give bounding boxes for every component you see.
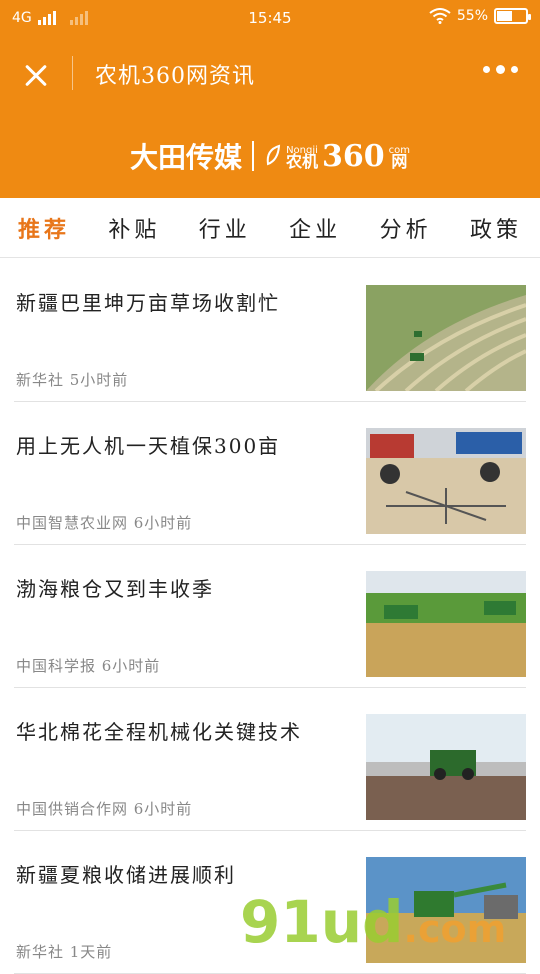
tab-enterprise[interactable]: 企业 bbox=[289, 212, 341, 244]
more-options-icon[interactable] bbox=[483, 65, 518, 74]
news-meta: 新华社 5小时前 bbox=[16, 371, 129, 389]
brand-banner: 大田传媒 Nongji 农机 360 com 网 bbox=[0, 136, 540, 176]
news-title: 新疆巴里坤万亩草场收割忙 bbox=[16, 291, 280, 315]
news-thumbnail bbox=[366, 428, 526, 534]
status-right: 55% bbox=[429, 8, 531, 24]
news-item[interactable]: 用上无人机一天植保300亩 中国智慧农业网 6小时前 bbox=[14, 402, 526, 545]
header-divider bbox=[72, 56, 73, 90]
news-thumbnail bbox=[366, 571, 526, 677]
news-item[interactable]: 渤海粮仓又到丰收季 中国科学报 6小时前 bbox=[14, 545, 526, 688]
wifi-icon bbox=[429, 8, 451, 24]
news-meta: 中国供销合作网 6小时前 bbox=[16, 800, 193, 818]
tab-analysis[interactable]: 分析 bbox=[380, 212, 432, 244]
close-icon[interactable] bbox=[18, 58, 54, 94]
news-meta: 中国智慧农业网 6小时前 bbox=[16, 514, 193, 532]
news-title: 渤海粮仓又到丰收季 bbox=[16, 577, 214, 601]
tab-subsidy[interactable]: 补贴 bbox=[108, 212, 160, 244]
leaf-icon bbox=[266, 144, 281, 166]
news-meta: 新华社 1天前 bbox=[16, 943, 113, 961]
news-item[interactable]: 新疆巴里坤万亩草场收割忙 新华社 5小时前 bbox=[14, 259, 526, 402]
brand-separator bbox=[252, 141, 254, 171]
app-header: 农机360网资讯 大田传媒 Nongji 农机 360 com 网 bbox=[0, 36, 540, 198]
status-bar: 4G 15:45 55% bbox=[0, 0, 540, 36]
brand-name: 大田传媒 bbox=[129, 141, 242, 174]
category-tabs: 推荐 补贴 行业 企业 分析 政策 bbox=[0, 198, 540, 258]
tab-recommended[interactable]: 推荐 bbox=[18, 212, 70, 244]
news-list: 新疆巴里坤万亩草场收割忙 新华社 5小时前 用上无人机一天植保300亩 中国智慧… bbox=[0, 259, 540, 974]
brand-cn: 农机 bbox=[286, 152, 319, 171]
brand-net: 网 bbox=[391, 152, 408, 171]
news-thumbnail bbox=[366, 285, 526, 391]
battery-fill bbox=[497, 11, 513, 21]
tab-policy[interactable]: 政策 bbox=[470, 212, 522, 244]
battery-percent: 55% bbox=[456, 8, 488, 24]
news-title: 新疆夏粮收储进展顺利 bbox=[16, 863, 236, 887]
battery-icon bbox=[494, 8, 531, 24]
watermark-main: 91ud bbox=[240, 888, 404, 956]
tab-industry[interactable]: 行业 bbox=[199, 212, 251, 244]
news-title: 用上无人机一天植保300亩 bbox=[16, 434, 281, 458]
news-thumbnail bbox=[366, 714, 526, 820]
watermark-suffix: .com bbox=[403, 907, 507, 951]
brand-suffix-group: com 网 bbox=[389, 145, 410, 171]
brand-number: 360 bbox=[322, 138, 385, 174]
news-item[interactable]: 华北棉花全程机械化关键技术 中国供销合作网 6小时前 bbox=[14, 688, 526, 831]
news-title: 华北棉花全程机械化关键技术 bbox=[16, 720, 302, 744]
watermark: 91ud.com bbox=[240, 888, 506, 956]
page-title: 农机360网资讯 bbox=[95, 64, 255, 89]
brand-small: Nongji 农机 bbox=[286, 145, 319, 171]
brand-logo: Nongji 农机 360 com 网 bbox=[264, 139, 410, 174]
news-meta: 中国科学报 6小时前 bbox=[16, 657, 161, 675]
